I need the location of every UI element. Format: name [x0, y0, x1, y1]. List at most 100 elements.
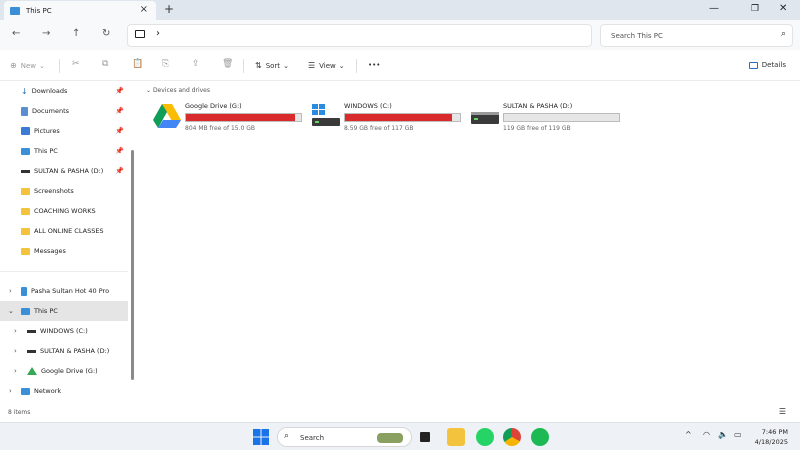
sidebar-item-documents[interactable]: Documents 📌	[0, 101, 128, 121]
sidebar-item-sultan-pasha[interactable]: SULTAN & PASHA (D:) 📌	[0, 161, 128, 181]
sidebar-item-label: Google Drive (G:)	[41, 367, 98, 375]
whatsapp-icon[interactable]	[476, 428, 494, 446]
more-options-button[interactable]: •••	[368, 61, 380, 69]
document-icon	[21, 106, 28, 116]
section-title: Devices and drives	[152, 87, 210, 94]
file-explorer-icon[interactable]	[447, 428, 465, 446]
monitor-icon	[21, 147, 30, 155]
copy-icon[interactable]: ⧉	[102, 59, 108, 69]
drive-tile-windows[interactable]: WINDOWS (C:) 8.59 GB free of 117 GB	[312, 100, 462, 136]
network-icon	[21, 387, 30, 395]
folder-icon	[21, 227, 30, 235]
pin-icon[interactable]: 📌	[115, 127, 124, 135]
drive-name: SULTAN & PASHA (D:)	[503, 102, 573, 110]
title-bar: This PC × + — ❐ ✕	[0, 0, 800, 20]
sidebar-item-pictures[interactable]: Pictures 📌	[0, 121, 128, 141]
tab-label: This PC	[26, 6, 52, 15]
chevron-down-icon: ⌄	[283, 61, 289, 70]
chevron-right-icon[interactable]: ›	[156, 28, 160, 39]
chevron-right-icon[interactable]: ›	[14, 367, 17, 375]
sidebar-item-google-drive-g[interactable]: › Google Drive (G:)	[0, 361, 128, 381]
chevron-right-icon[interactable]: ›	[14, 327, 17, 335]
volume-icon[interactable]: 🔈	[718, 430, 728, 439]
rename-icon[interactable]: ⎘	[162, 59, 169, 69]
drive-tile-sultan-pasha[interactable]: SULTAN & PASHA (D:) 119 GB free of 119 G…	[471, 100, 623, 136]
search-input[interactable]: Search This PC	[611, 32, 663, 40]
sidebar-item-this-pc-tree[interactable]: ⌄ This PC	[0, 301, 128, 321]
sidebar-item-network[interactable]: › Network	[0, 381, 128, 401]
drive-icon	[21, 169, 30, 173]
chevron-down-icon: ⌄	[38, 61, 45, 70]
drive-tile-google-drive[interactable]: Google Drive (G:) 804 MB free of 15.0 GB	[153, 100, 303, 136]
drive-free-space: 804 MB free of 15.0 GB	[185, 125, 256, 132]
sidebar-item-phone[interactable]: › Pasha Sultan Hot 40 Pro	[0, 281, 128, 301]
new-tab-button[interactable]: +	[164, 2, 174, 16]
sidebar-item-this-pc[interactable]: This PC 📌	[0, 141, 128, 161]
windows-drive-icon	[312, 104, 340, 126]
divider	[0, 271, 128, 272]
clock-time: 7:46 PM	[761, 428, 788, 436]
taskbar-search-input[interactable]: Search	[300, 434, 324, 442]
pin-icon[interactable]: 📌	[115, 147, 124, 155]
chevron-right-icon[interactable]: ›	[14, 347, 17, 355]
pin-icon[interactable]: 📌	[115, 167, 124, 175]
forward-button[interactable]: →	[42, 28, 50, 39]
taskbar-search[interactable]: ⌕ Search	[277, 427, 412, 447]
taskbar: ⌕ Search ^ ◠ 🔈 ▭ 7:46 PM 4/18/2025	[0, 422, 800, 450]
chrome-icon[interactable]	[503, 428, 521, 446]
navigation-pane: ↓ Downloads 📌 Documents 📌 Pictures 📌 Thi…	[0, 81, 136, 404]
share-icon[interactable]: ⇪	[192, 59, 200, 69]
view-switcher-icon[interactable]: ☰	[779, 407, 786, 416]
sidebar-item-messages[interactable]: Messages	[0, 241, 128, 261]
divider	[356, 59, 357, 73]
back-button[interactable]: ←	[12, 28, 20, 39]
paste-icon[interactable]: 📋	[132, 59, 143, 69]
details-button[interactable]: Details	[748, 61, 786, 69]
sidebar-item-downloads[interactable]: ↓ Downloads 📌	[0, 81, 128, 101]
refresh-button[interactable]: ↻	[102, 28, 110, 39]
sidebar-item-coaching-works[interactable]: COACHING WORKS	[0, 201, 128, 221]
sidebar-item-windows-c[interactable]: › WINDOWS (C:)	[0, 321, 128, 341]
new-button[interactable]: ⊕ New ⌄	[10, 61, 45, 70]
wifi-icon[interactable]: ◠	[703, 430, 710, 439]
spotify-icon[interactable]	[531, 428, 549, 446]
delete-icon[interactable]: 🗑	[222, 59, 233, 69]
chevron-right-icon[interactable]: ›	[9, 387, 12, 395]
pin-icon[interactable]: 📌	[115, 87, 124, 95]
sidebar-item-label: Downloads	[31, 87, 68, 95]
pictures-icon	[21, 127, 30, 135]
sidebar-scrollbar[interactable]	[131, 150, 134, 380]
close-window-button[interactable]: ✕	[779, 3, 787, 14]
windows-start-icon[interactable]	[252, 428, 270, 446]
view-button[interactable]: ☰ View ⌄	[308, 61, 345, 70]
sidebar-item-sultan-pasha-d[interactable]: › SULTAN & PASHA (D:)	[0, 341, 128, 361]
minimize-button[interactable]: —	[709, 3, 719, 14]
phone-icon	[21, 286, 27, 296]
chevron-down-icon[interactable]: ⌄	[8, 307, 14, 315]
close-tab-icon[interactable]: ×	[140, 4, 148, 15]
section-header[interactable]: ⌄ Devices and drives	[146, 87, 210, 94]
drive-icon	[471, 112, 499, 124]
drive-usage-bar	[344, 113, 461, 122]
up-button[interactable]: ↑	[72, 28, 80, 39]
task-view-icon[interactable]	[420, 432, 430, 442]
sidebar-item-screenshots[interactable]: Screenshots	[0, 181, 128, 201]
battery-icon[interactable]: ▭	[734, 430, 742, 439]
sidebar-item-label: Messages	[34, 247, 66, 255]
sidebar-item-label: This PC	[34, 307, 58, 315]
pin-icon[interactable]: 📌	[115, 107, 124, 115]
chevron-down-icon: ⌄	[338, 61, 345, 70]
search-icon: ⌕	[284, 431, 290, 441]
search-box[interactable]: Search This PC ⌕	[600, 24, 793, 47]
chevron-right-icon[interactable]: ›	[9, 287, 12, 295]
sidebar-item-all-online-classes[interactable]: ALL ONLINE CLASSES	[0, 221, 128, 241]
chevron-up-icon[interactable]: ^	[685, 430, 692, 439]
divider	[243, 59, 244, 73]
tab-this-pc[interactable]: This PC ×	[4, 1, 156, 20]
maximize-button[interactable]: ❐	[751, 4, 759, 14]
cut-icon[interactable]: ✂	[72, 59, 80, 69]
system-clock[interactable]: 7:46 PM 4/18/2025	[755, 427, 788, 447]
address-bar[interactable]: ›	[127, 24, 592, 47]
sort-button[interactable]: ⇅ Sort ⌄	[255, 61, 289, 70]
folder-icon	[21, 187, 30, 195]
